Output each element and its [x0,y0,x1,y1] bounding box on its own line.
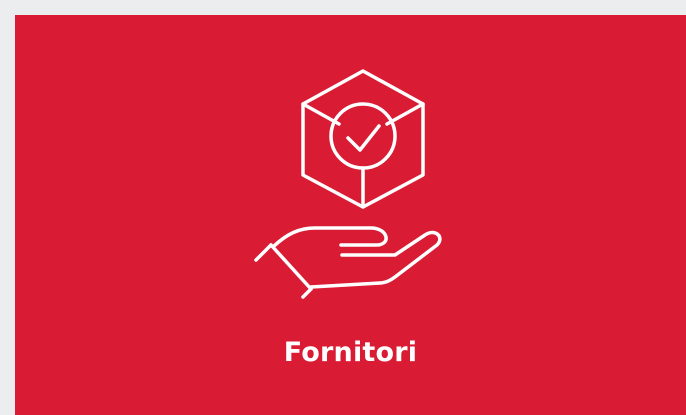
card-label: Fornitori [283,337,418,368]
fornitori-card[interactable]: Fornitori [15,15,686,415]
